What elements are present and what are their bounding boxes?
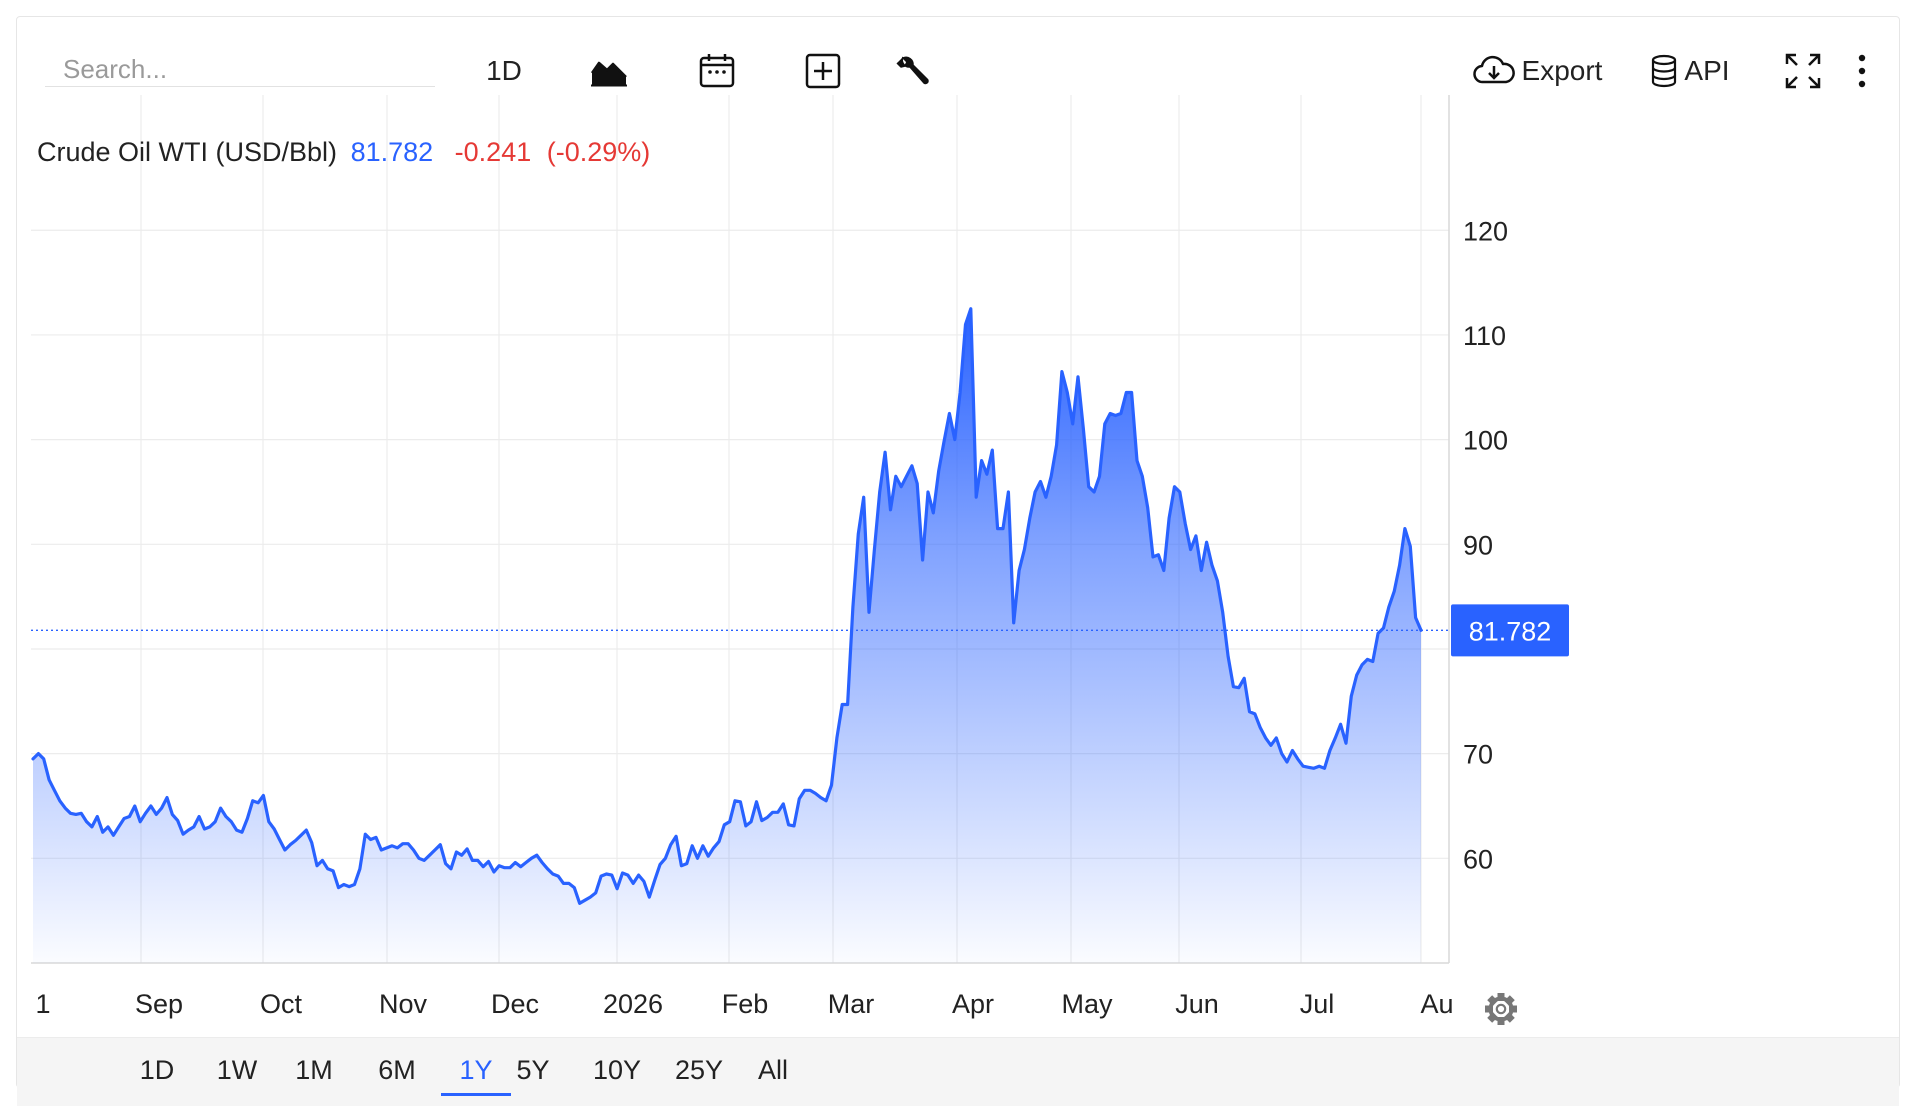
y-tick-label: 60 [1463,844,1493,874]
x-tick-label: Feb [722,989,769,1019]
range-all[interactable]: All [753,1046,793,1096]
x-tick-label: Jun [1175,989,1219,1019]
y-tick-label: 110 [1463,321,1506,351]
x-tick-label: Oct [260,989,303,1019]
x-tick-label: Dec [491,989,539,1019]
y-tick-label: 100 [1463,426,1508,456]
last-price: 81.782 [350,137,434,167]
x-tick-label: Jul [1300,989,1335,1019]
range-1w[interactable]: 1W [213,1046,261,1096]
price-area [33,308,1421,963]
x-tick-label: May [1061,989,1113,1019]
y-tick-label: 90 [1463,530,1493,560]
chart-legend: Crude Oil WTI (USD/Bbl) 81.782 -0.241 (-… [37,137,650,168]
range-1m[interactable]: 1M [289,1046,339,1096]
settings-gear-icon[interactable] [1485,993,1517,1025]
range-selector: 1D 1W 1M 6M 1Y 5Y 10Y 25Y All [17,1037,1899,1106]
x-tick-label: 1 [35,989,50,1019]
y-tick-label: 120 [1463,216,1508,246]
x-tick-label: Mar [828,989,875,1019]
range-1d[interactable]: 1D [135,1046,179,1096]
price-chart[interactable]: 60 70 90 100 110 120 81.782 1 Sep Oct Nov Dec 2026 Fe… [17,17,1901,1037]
range-5y[interactable]: 5Y [511,1046,555,1096]
range-25y[interactable]: 25Y [669,1046,729,1096]
x-tick-label: Apr [952,989,994,1019]
range-10y[interactable]: 10Y [587,1046,647,1096]
range-1y[interactable]: 1Y [441,1046,511,1096]
chart-widget: 1D [16,16,1901,1106]
price-change: -0.241 [454,137,532,167]
x-tick-label: Sep [135,989,183,1019]
y-tick-label: 70 [1463,740,1493,770]
price-change-percent: (-0.29%) [546,137,651,167]
instrument-name: Crude Oil WTI (USD/Bbl) [37,137,338,167]
range-6m[interactable]: 6M [371,1046,423,1096]
x-tick-label: 2026 [603,989,663,1019]
x-tick-label: Nov [379,989,428,1019]
last-price-badge-label: 81.782 [1469,616,1552,646]
x-tick-label: Au [1420,989,1453,1019]
